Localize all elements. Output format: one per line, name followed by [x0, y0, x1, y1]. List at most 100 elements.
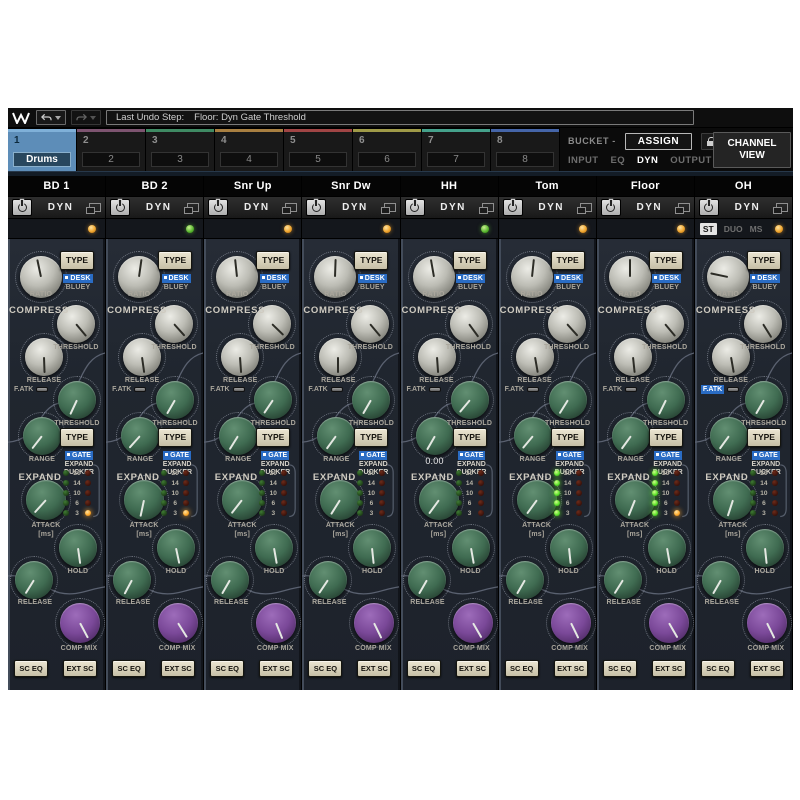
bucket-name-field[interactable]: Drums [13, 152, 71, 167]
redo-button[interactable] [71, 110, 101, 125]
dyn-power-button[interactable] [405, 199, 425, 216]
gate-release-knob[interactable] [309, 561, 347, 599]
section-view-tab[interactable]: EQ [611, 155, 626, 166]
bucket-tab[interactable]: 6 6 [353, 128, 422, 171]
attack-knob[interactable] [124, 480, 164, 520]
compressor-type-button[interactable]: TYPE [453, 251, 487, 270]
gate-release-knob[interactable] [604, 561, 642, 599]
undo-history-caret-icon[interactable] [55, 116, 61, 120]
external-sidechain-button[interactable]: EXT SC [259, 660, 293, 677]
section-view-tab[interactable]: INPUT [568, 155, 599, 166]
gate-type-button[interactable]: TYPE [453, 428, 487, 447]
attack-knob[interactable] [320, 480, 360, 520]
sidechain-eq-button[interactable]: SC EQ [701, 660, 735, 677]
fast-attack-switch[interactable] [36, 387, 48, 392]
gate-threshold-knob[interactable] [451, 381, 489, 419]
dyn-power-button[interactable] [503, 199, 523, 216]
compressor-type-button[interactable]: TYPE [649, 251, 683, 270]
ms-mode-button[interactable]: MS [750, 224, 763, 234]
gate-threshold-knob[interactable] [549, 381, 587, 419]
fast-attack-switch[interactable] [331, 387, 343, 392]
gate-type-button[interactable]: TYPE [551, 428, 585, 447]
compressor-type-button[interactable]: TYPE [256, 251, 290, 270]
attack-knob[interactable] [615, 480, 655, 520]
external-sidechain-button[interactable]: EXT SC [63, 660, 97, 677]
external-sidechain-button[interactable]: EXT SC [652, 660, 686, 677]
gate-threshold-knob[interactable] [745, 381, 783, 419]
external-sidechain-button[interactable]: EXT SC [357, 660, 391, 677]
bucket-name-field[interactable]: 7 [427, 152, 485, 167]
comp-mix-knob[interactable] [256, 603, 296, 643]
assign-button[interactable]: ASSIGN [625, 133, 692, 150]
detach-window-icon[interactable] [482, 203, 494, 212]
sidechain-eq-button[interactable]: SC EQ [14, 660, 48, 677]
sidechain-eq-button[interactable]: SC EQ [308, 660, 342, 677]
fast-attack-switch[interactable] [527, 387, 539, 392]
comp-mix-knob[interactable] [453, 603, 493, 643]
gate-threshold-knob[interactable] [647, 381, 685, 419]
detach-window-icon[interactable] [384, 203, 396, 212]
compressor-type-button[interactable]: TYPE [354, 251, 388, 270]
dyn-power-button[interactable] [306, 199, 326, 216]
dyn-power-button[interactable] [110, 199, 130, 216]
gate-release-knob[interactable] [408, 561, 446, 599]
comp-mix-knob[interactable] [158, 603, 198, 643]
sidechain-eq-button[interactable]: SC EQ [210, 660, 244, 677]
redo-history-caret-icon[interactable] [90, 116, 96, 120]
gate-type-button[interactable]: TYPE [256, 428, 290, 447]
undo-button[interactable] [36, 110, 66, 125]
gate-type-button[interactable]: TYPE [158, 428, 192, 447]
bucket-name-field[interactable]: 6 [358, 152, 416, 167]
detach-window-icon[interactable] [89, 203, 101, 212]
fast-attack-switch[interactable] [233, 387, 245, 392]
attack-knob[interactable] [222, 480, 262, 520]
comp-mix-knob[interactable] [60, 603, 100, 643]
comp-mix-knob[interactable] [649, 603, 689, 643]
external-sidechain-button[interactable]: EXT SC [554, 660, 588, 677]
compressor-type-button[interactable]: TYPE [551, 251, 585, 270]
comp-mix-knob[interactable] [747, 603, 787, 643]
section-view-tab[interactable]: DYN [637, 155, 658, 166]
external-sidechain-button[interactable]: EXT SC [750, 660, 784, 677]
gate-threshold-knob[interactable] [58, 381, 96, 419]
comp-mix-knob[interactable] [551, 603, 591, 643]
dyn-power-button[interactable] [699, 199, 719, 216]
bucket-name-field[interactable]: 4 [220, 152, 278, 167]
bucket-tab[interactable]: 5 5 [284, 128, 353, 171]
gate-release-knob[interactable] [702, 561, 740, 599]
dyn-power-button[interactable] [12, 199, 32, 216]
external-sidechain-button[interactable]: EXT SC [456, 660, 490, 677]
sidechain-eq-button[interactable]: SC EQ [407, 660, 441, 677]
bucket-name-field[interactable]: 3 [151, 152, 209, 167]
gate-threshold-knob[interactable] [156, 381, 194, 419]
compressor-type-button[interactable]: TYPE [747, 251, 781, 270]
gate-release-knob[interactable] [506, 561, 544, 599]
detach-window-icon[interactable] [678, 203, 690, 212]
fast-attack-switch[interactable] [429, 387, 441, 392]
attack-knob[interactable] [419, 480, 459, 520]
section-view-tab[interactable]: OUTPUT [670, 155, 711, 166]
attack-knob[interactable] [713, 480, 753, 520]
gate-release-knob[interactable] [211, 561, 249, 599]
gate-release-knob[interactable] [113, 561, 151, 599]
bucket-tab[interactable]: 3 3 [146, 128, 215, 171]
gate-type-button[interactable]: TYPE [60, 428, 94, 447]
st-mode-button[interactable]: ST [700, 223, 717, 235]
sidechain-eq-button[interactable]: SC EQ [505, 660, 539, 677]
detach-window-icon[interactable] [187, 203, 199, 212]
channel-view-button[interactable]: CHANNEL VIEW [713, 132, 791, 168]
detach-window-icon[interactable] [580, 203, 592, 212]
dyn-power-button[interactable] [208, 199, 228, 216]
fast-attack-switch[interactable] [134, 387, 146, 392]
sidechain-eq-button[interactable]: SC EQ [603, 660, 637, 677]
gate-threshold-knob[interactable] [352, 381, 390, 419]
duo-mode-button[interactable]: DUO [724, 224, 743, 234]
detach-window-icon[interactable] [776, 203, 788, 212]
bucket-tab[interactable]: 7 7 [422, 128, 491, 171]
external-sidechain-button[interactable]: EXT SC [161, 660, 195, 677]
detach-window-icon[interactable] [285, 203, 297, 212]
dyn-power-button[interactable] [601, 199, 621, 216]
bucket-tab[interactable]: 1 Drums [8, 128, 77, 171]
gate-type-button[interactable]: TYPE [747, 428, 781, 447]
bucket-name-field[interactable]: 8 [496, 152, 554, 167]
